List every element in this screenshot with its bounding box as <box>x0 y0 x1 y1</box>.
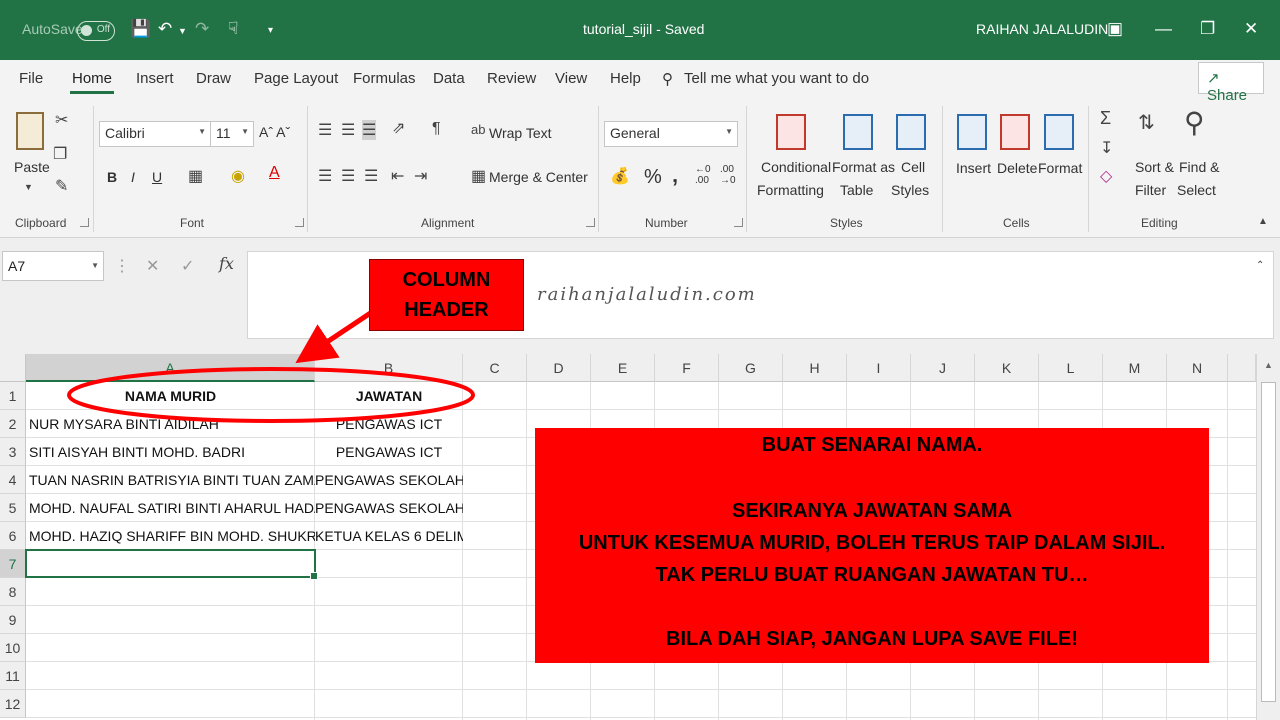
note-line-5: BILA DAH SIAP, JANGAN LUPA SAVE FILE! <box>666 628 1078 650</box>
column-header-callout: COLUMN HEADER <box>369 259 524 331</box>
callout-line-2: HEADER <box>404 299 489 321</box>
note-line-2: SEKIRANYA JAWATAN SAMA <box>731 500 1013 522</box>
instruction-note: BUAT SENARAI NAMA. SEKIRANYA JAWATAN SAM… <box>535 428 1209 663</box>
note-line-1: BUAT SENARAI NAMA. <box>761 434 983 456</box>
note-line-3: UNTUK KESEMUA MURID, BOLEH TERUS TAIP DA… <box>578 532 1166 554</box>
column-header-highlight-ellipse <box>67 367 475 423</box>
note-line-4: TAK PERLU BUAT RUANGAN JAWATAN TU… <box>655 564 1089 586</box>
callout-line-1: COLUMN <box>402 269 491 291</box>
annotation-arrow <box>295 309 374 364</box>
